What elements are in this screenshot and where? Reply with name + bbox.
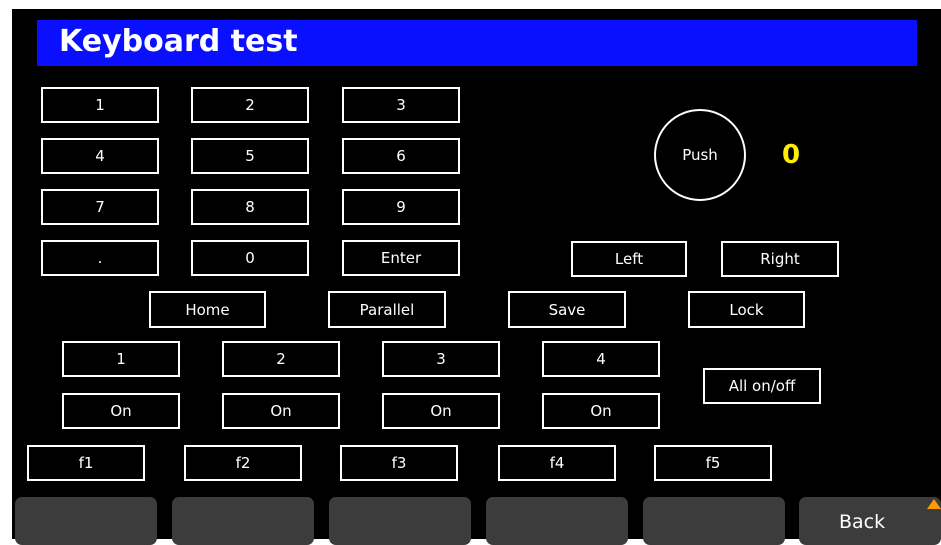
parallel-button[interactable]: Parallel (328, 291, 446, 328)
channel-1-on-button[interactable]: On (62, 393, 180, 429)
keypad-key-6[interactable]: 6 (342, 138, 460, 174)
channel-4-on-button[interactable]: On (542, 393, 660, 429)
page-title: Keyboard test (59, 24, 298, 59)
channel-4-button[interactable]: 4 (542, 341, 660, 377)
f3-button[interactable]: f3 (340, 445, 458, 481)
title-bar: Keyboard test (37, 20, 917, 66)
keypad-key-4[interactable]: 4 (41, 138, 159, 174)
softkey-3[interactable] (329, 497, 471, 545)
keypad-key-2[interactable]: 2 (191, 87, 309, 123)
back-softkey[interactable]: Back (799, 497, 941, 545)
channel-3-button[interactable]: 3 (382, 341, 500, 377)
channel-1-button[interactable]: 1 (62, 341, 180, 377)
channel-2-on-button[interactable]: On (222, 393, 340, 429)
left-button[interactable]: Left (571, 241, 687, 277)
keypad-key-3[interactable]: 3 (342, 87, 460, 123)
softkey-4[interactable] (486, 497, 628, 545)
screen: Keyboard test 1 2 3 4 5 6 7 8 9 . 0 Ente… (12, 9, 941, 545)
push-count: 0 (782, 140, 801, 170)
keypad-key-0[interactable]: 0 (191, 240, 309, 276)
home-button[interactable]: Home (149, 291, 266, 328)
keypad-key-9[interactable]: 9 (342, 189, 460, 225)
triangle-up-icon (927, 499, 941, 509)
keypad-key-decimal[interactable]: . (41, 240, 159, 276)
f1-button[interactable]: f1 (27, 445, 145, 481)
keypad-key-5[interactable]: 5 (191, 138, 309, 174)
channel-3-on-button[interactable]: On (382, 393, 500, 429)
knob-push-label: Push (682, 146, 718, 164)
keypad-key-7[interactable]: 7 (41, 189, 159, 225)
all-on-off-button[interactable]: All on/off (703, 368, 821, 404)
keypad-key-1[interactable]: 1 (41, 87, 159, 123)
f2-button[interactable]: f2 (184, 445, 302, 481)
right-button[interactable]: Right (721, 241, 839, 277)
back-label: Back (839, 511, 886, 533)
keypad-key-enter[interactable]: Enter (342, 240, 460, 276)
f4-button[interactable]: f4 (498, 445, 616, 481)
softkey-5[interactable] (643, 497, 785, 545)
save-button[interactable]: Save (508, 291, 626, 328)
keypad-key-8[interactable]: 8 (191, 189, 309, 225)
softkey-1[interactable] (15, 497, 157, 545)
softkey-2[interactable] (172, 497, 314, 545)
lock-button[interactable]: Lock (688, 291, 805, 328)
knob-push-button[interactable]: Push (654, 109, 746, 201)
channel-2-button[interactable]: 2 (222, 341, 340, 377)
f5-button[interactable]: f5 (654, 445, 772, 481)
